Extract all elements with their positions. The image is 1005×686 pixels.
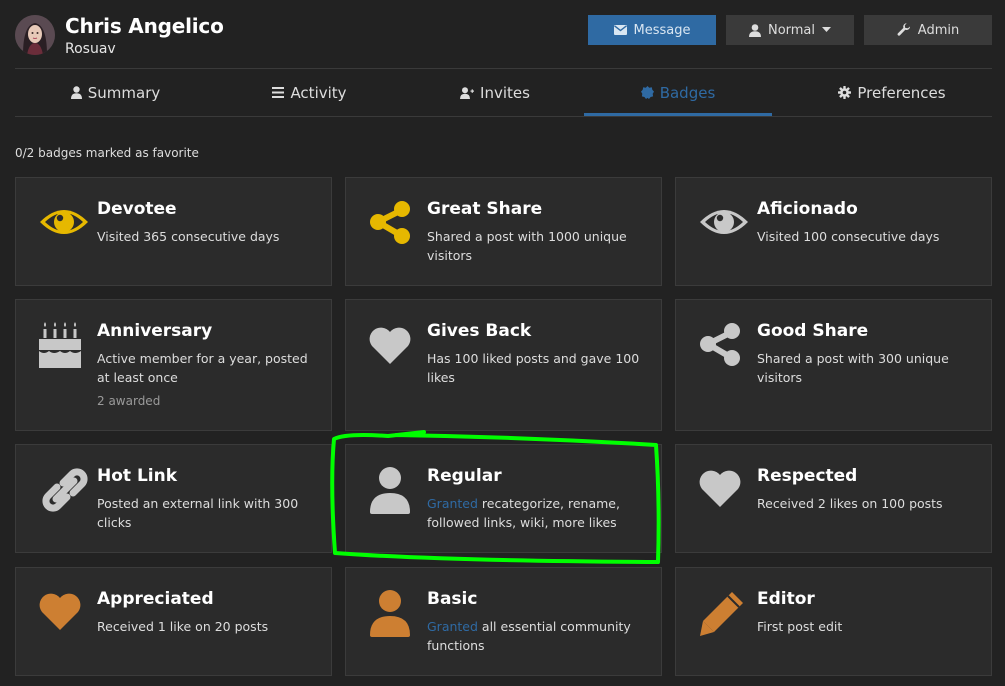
badge-description: Posted an external link with 300 clicks: [97, 496, 299, 530]
badge-title: Aficionado: [757, 199, 858, 219]
badge-description: Granted all essential community function…: [427, 617, 652, 655]
badge-title: Respected: [757, 466, 858, 486]
list-icon: [272, 87, 285, 98]
tab-preferences[interactable]: Preferences: [792, 69, 992, 116]
badge-description: Visited 365 consecutive days: [97, 229, 280, 244]
badge-card-aficionado[interactable]: Aficionado Visited 100 consecutive days: [675, 177, 992, 286]
birthday-cake-icon: [38, 320, 90, 372]
badge-card-appreciated[interactable]: Appreciated Received 1 like on 20 posts: [15, 567, 332, 676]
badge-title: Devotee: [97, 199, 177, 219]
badge-icon: [640, 86, 654, 99]
notification-level-label: Normal: [767, 22, 816, 38]
tab-label: Summary: [87, 83, 161, 102]
eye-icon: [38, 200, 90, 252]
profile-header: Chris Angelico Rosuav Message Normal Adm…: [0, 0, 1005, 68]
badge-description: Visited 100 consecutive days: [757, 229, 940, 244]
user-plus-icon: [460, 86, 475, 99]
badge-description: Shared a post with 300 unique visitors: [757, 351, 949, 385]
message-button-label: Message: [633, 22, 691, 38]
badge-title: Hot Link: [97, 466, 178, 486]
badge-title: Editor: [757, 589, 815, 609]
badge-card-respected[interactable]: Respected Received 2 likes on 100 posts: [675, 444, 992, 553]
envelope-icon: [613, 25, 627, 35]
user-name: Chris Angelico: [65, 14, 224, 38]
eye-icon: [698, 200, 750, 252]
message-button[interactable]: Message: [588, 15, 716, 45]
granted-link[interactable]: Granted: [427, 496, 478, 511]
badge-card-basic[interactable]: Basic Granted all essential community fu…: [345, 567, 662, 676]
badge-title: Appreciated: [97, 589, 214, 609]
badge-card-anniversary[interactable]: Anniversary Active member for a year, po…: [15, 299, 332, 431]
badge-title: Good Share: [757, 321, 869, 341]
pencil-icon: [698, 588, 750, 640]
user-icon: [368, 588, 420, 640]
link-icon: [38, 463, 90, 515]
tab-activity[interactable]: Activity: [208, 69, 411, 116]
badge-card-editor[interactable]: Editor First post edit: [675, 567, 992, 676]
avatar[interactable]: [15, 15, 55, 55]
favorites-count: 0/2 badges marked as favorite: [15, 146, 199, 160]
gear-icon: [838, 86, 852, 99]
badge-card-devotee[interactable]: Devotee Visited 365 consecutive days: [15, 177, 332, 286]
badge-title: Great Share: [427, 199, 543, 219]
heart-icon: [368, 322, 420, 374]
badge-description: Shared a post with 1000 unique visitors: [427, 229, 627, 263]
user-icon: [70, 86, 82, 99]
heart-icon: [38, 588, 90, 640]
badge-description: Granted recategorize, rename, followed l…: [427, 494, 652, 532]
badge-card-hot-link[interactable]: Hot Link Posted an external link with 30…: [15, 444, 332, 553]
user-nav-tabs: Summary Activity Invites Badges Preferen…: [15, 69, 992, 116]
admin-button[interactable]: Admin: [864, 15, 992, 45]
share-icon: [368, 198, 420, 250]
awarded-count: 2 awarded: [97, 394, 161, 408]
tab-label: Activity: [290, 83, 347, 102]
badge-description: First post edit: [757, 619, 843, 634]
badge-card-regular[interactable]: Regular Granted recategorize, rename, fo…: [345, 444, 662, 553]
tab-summary[interactable]: Summary: [15, 69, 216, 116]
badge-title: Basic: [427, 589, 478, 609]
badge-card-great-share[interactable]: Great Share Shared a post with 1000 uniq…: [345, 177, 662, 286]
divider: [15, 116, 992, 117]
badge-description: Received 2 likes on 100 posts: [757, 496, 943, 511]
user-icon: [368, 465, 420, 517]
caret-down-icon: [822, 27, 832, 33]
notification-level-dropdown[interactable]: Normal: [726, 15, 854, 45]
tab-label: Badges: [659, 83, 716, 102]
badge-title: Gives Back: [427, 321, 532, 341]
share-icon: [698, 320, 750, 372]
badge-description: Received 1 like on 20 posts: [97, 619, 269, 634]
user-handle: Rosuav: [65, 41, 116, 57]
badge-description: Active member for a year, posted at leas…: [97, 351, 308, 385]
badge-title: Regular: [427, 466, 502, 486]
badge-card-good-share[interactable]: Good Share Shared a post with 300 unique…: [675, 299, 992, 431]
admin-button-label: Admin: [917, 22, 960, 38]
user-icon: [748, 23, 761, 37]
tab-label: Invites: [480, 83, 530, 102]
badge-title: Anniversary: [97, 321, 213, 341]
tab-badges[interactable]: Badges: [584, 69, 772, 116]
badge-card-gives-back[interactable]: Gives Back Has 100 liked posts and gave …: [345, 299, 662, 431]
tab-label: Preferences: [857, 83, 946, 102]
heart-icon: [698, 465, 750, 517]
wrench-icon: [897, 23, 911, 37]
tab-invites[interactable]: Invites: [395, 69, 595, 116]
granted-link[interactable]: Granted: [427, 619, 478, 634]
badge-description: Has 100 liked posts and gave 100 likes: [427, 351, 640, 385]
